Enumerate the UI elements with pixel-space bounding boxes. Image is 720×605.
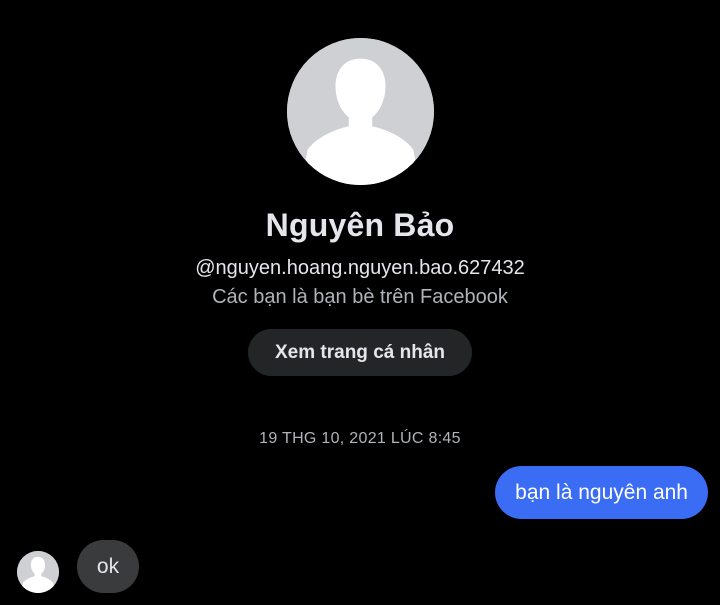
profile-username: @nguyen.hoang.nguyen.bao.627432 xyxy=(195,257,525,279)
contact-avatar-small[interactable] xyxy=(17,551,59,593)
profile-name: Nguyên Bảo xyxy=(265,207,455,243)
view-profile-button[interactable]: Xem trang cá nhân xyxy=(248,329,472,376)
outgoing-message-bubble[interactable]: bạn là nguyên anh xyxy=(495,466,708,519)
incoming-message-bubble[interactable]: ok xyxy=(77,540,139,593)
default-person-silhouette-icon xyxy=(287,38,434,185)
default-person-silhouette-icon xyxy=(17,551,59,593)
conversation-timestamp: 19 THG 10, 2021 LÚC 8:45 xyxy=(259,430,461,447)
profile-avatar[interactable] xyxy=(287,38,434,185)
friendship-status-text: Các bạn là bạn bè trên Facebook xyxy=(212,286,508,308)
